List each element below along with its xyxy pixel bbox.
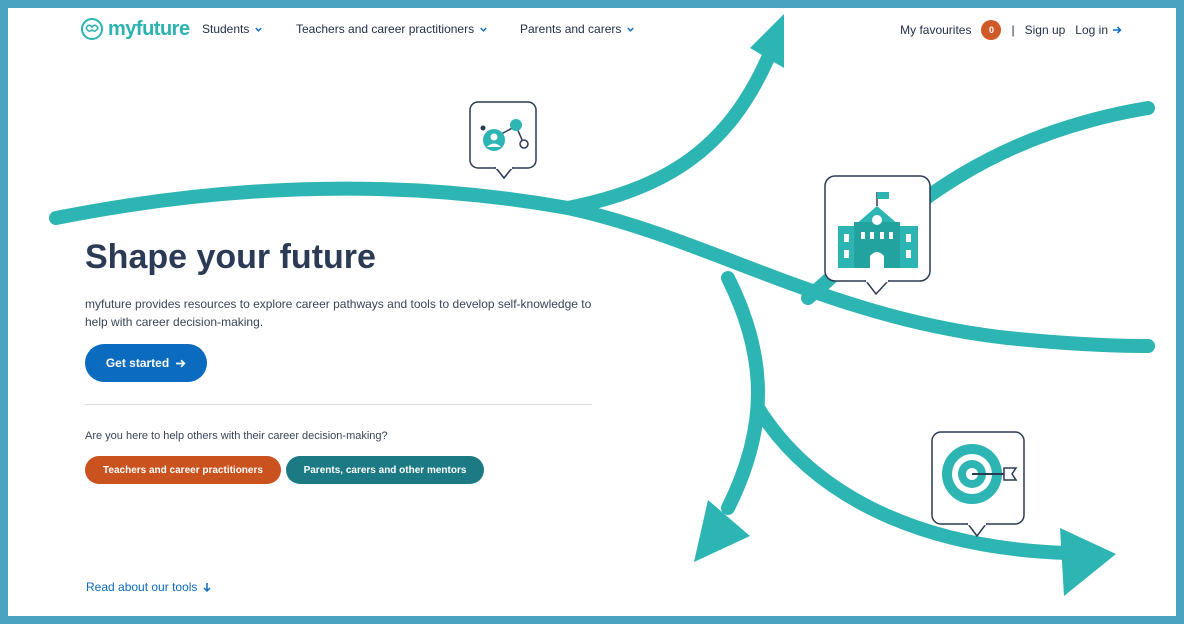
arrow-down-icon (203, 582, 211, 592)
hero-description: myfuture provides resources to explore c… (85, 297, 592, 329)
chevron-down-icon (627, 27, 635, 32)
read-about-tools-link[interactable]: Read about our tools (86, 580, 212, 594)
chevron-down-icon (480, 27, 487, 32)
arrowhead-right (1060, 528, 1116, 596)
page-frame: myfuture Students Teachers and career pr… (0, 0, 1184, 624)
account-nav: My favourites 0 | Sign up Log in (900, 20, 1122, 40)
log-in-link[interactable]: Log in (1075, 23, 1122, 37)
read-about-tools-label: Read about our tools (86, 580, 198, 594)
get-started-label: Get started (105, 356, 170, 370)
sign-up-link[interactable]: Sign up (1025, 23, 1066, 37)
chevron-down-icon (255, 27, 263, 32)
upper-branch (561, 51, 775, 215)
target-icon (931, 431, 1025, 538)
teachers-practitioners-button[interactable]: Teachers and career practitioners (85, 456, 281, 484)
brain-icon (81, 18, 103, 40)
top-navigation: myfuture Students Teachers and career pr… (8, 8, 1176, 52)
brand-logo[interactable]: myfuture (80, 17, 190, 41)
nav-students[interactable]: Students (202, 22, 263, 36)
arrow-right-icon (1113, 26, 1122, 34)
my-favourites-link[interactable]: My favourites (900, 23, 971, 37)
section-divider (85, 404, 592, 405)
down-branch (721, 271, 765, 515)
favourites-count-badge: 0 (981, 20, 1002, 40)
nav-teachers[interactable]: Teachers and career practitioners (296, 22, 488, 36)
school-building-icon (824, 175, 931, 296)
page-title: Shape your future (85, 238, 376, 276)
nav-students-label: Students (202, 22, 250, 36)
parents-mentors-button[interactable]: Parents, carers and other mentors (286, 456, 484, 484)
helpers-question: Are you here to help others with their c… (85, 430, 388, 442)
get-started-button[interactable]: Get started (85, 344, 207, 382)
person-network-icon (469, 101, 537, 180)
arrow-right-icon (176, 359, 186, 367)
nav-separator: | (1011, 23, 1015, 37)
nav-parents[interactable]: Parents and carers (520, 22, 635, 36)
brand-name: myfuture (108, 17, 190, 40)
log-in-label: Log in (1075, 23, 1108, 37)
nav-teachers-label: Teachers and career practitioners (296, 22, 475, 36)
nav-parents-label: Parents and carers (520, 22, 622, 36)
